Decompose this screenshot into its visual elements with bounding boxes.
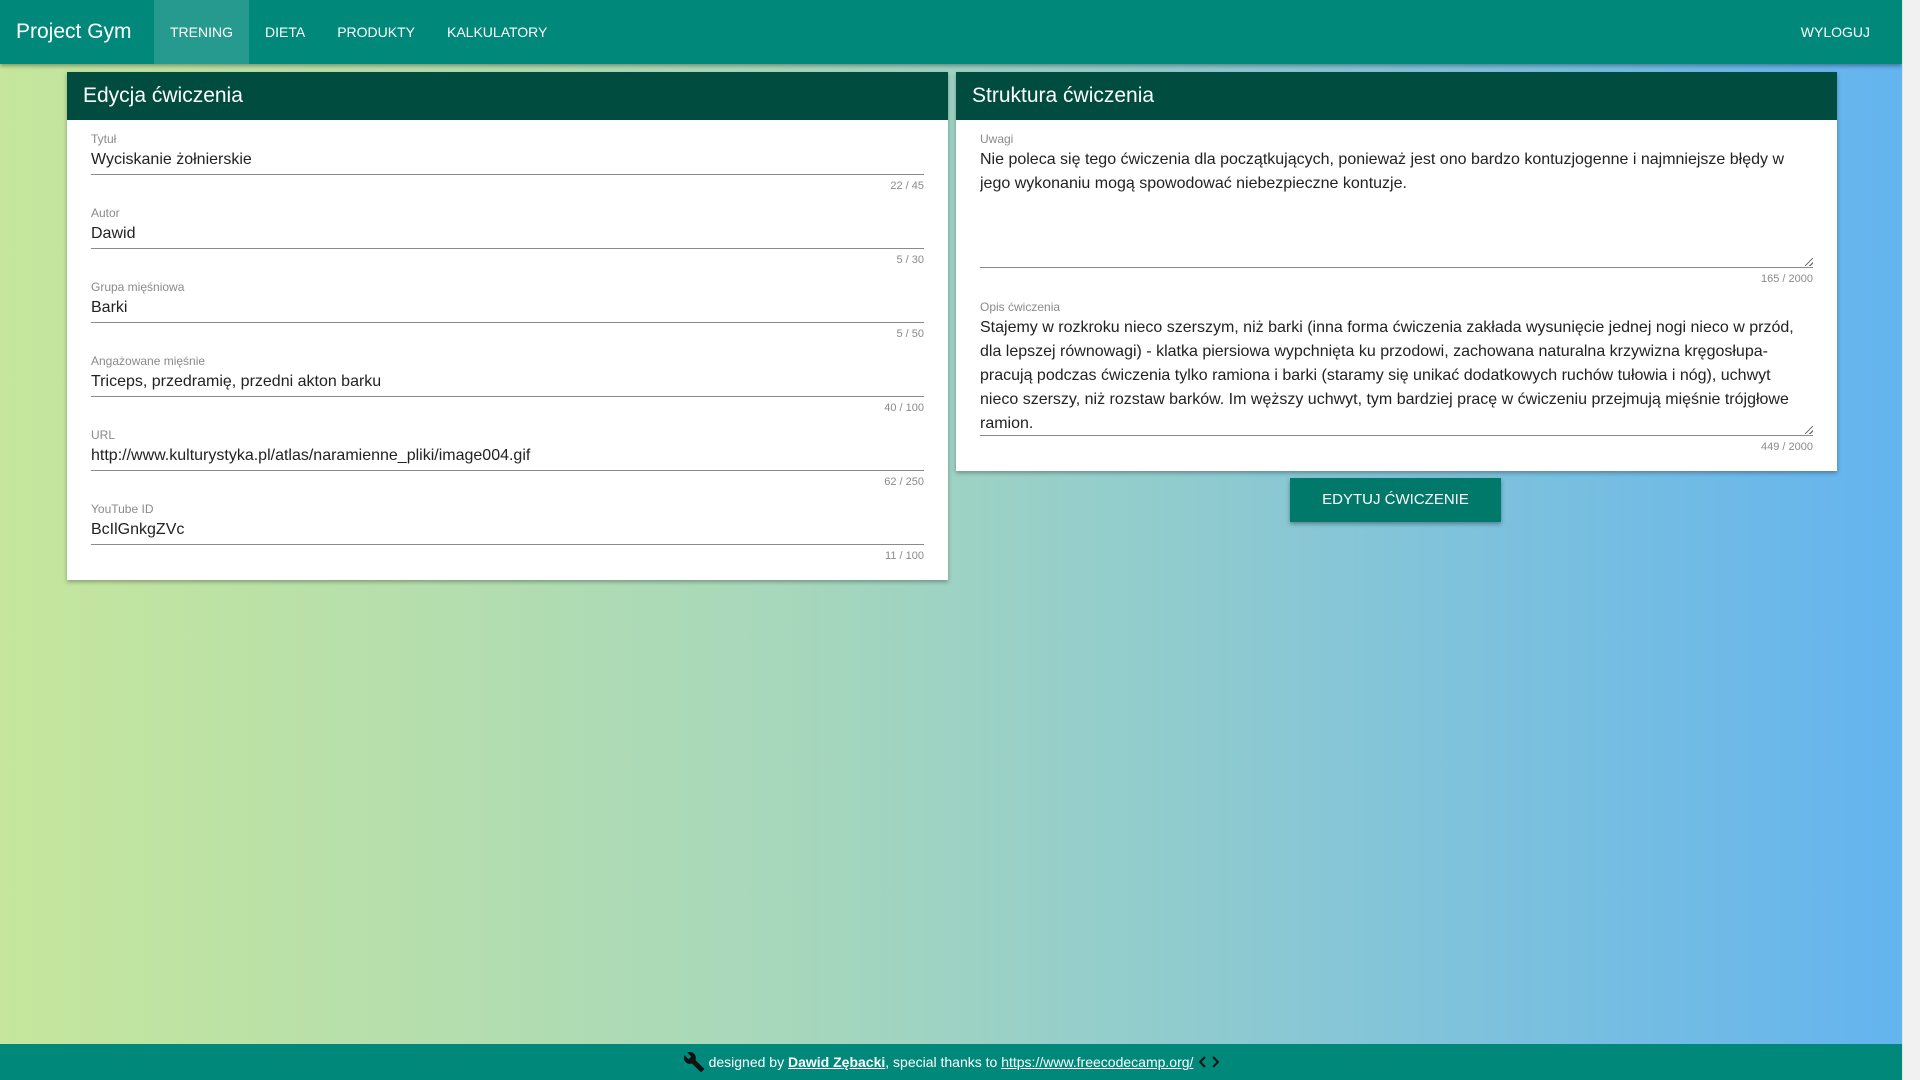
edit-exercise-card: Edycja ćwiczenia Tytuł Wyciskanie żołnie… [67,72,948,580]
author-field: Autor Dawid 5 / 30 [91,206,924,266]
description-field: Opis ćwiczenia Stajemy w rozkroku nieco … [980,300,1813,453]
title-input[interactable]: Wyciskanie żołnierskie [91,146,924,175]
muscle-group-char-counter: 5 / 50 [896,328,924,340]
nav-item-dieta[interactable]: DIETA [249,0,321,64]
title-char-counter: 22 / 45 [890,180,924,192]
exercise-structure-card-title: Struktura ćwiczenia [956,72,1837,120]
brand-logo[interactable]: Project Gym [16,0,132,64]
app-root: Project Gym TRENING DIETA PRODUKTY KALKU… [0,0,1902,1080]
page-scrollbar[interactable] [1902,0,1920,1080]
title-field-label: Tytuł [91,132,117,146]
author-char-counter: 5 / 30 [896,254,924,266]
notes-field-label: Uwagi [980,132,1014,146]
muscle-group-field-label: Grupa mięśniowa [91,280,185,294]
notes-text: Nie poleca się tego ćwiczenia dla począt… [980,151,1785,192]
exercise-structure-card: Struktura ćwiczenia Uwagi Nie poleca się… [956,72,1837,471]
engaged-muscles-field-label: Angażowane mięśnie [91,354,206,368]
engaged-muscles-field: Angażowane mięśnie Triceps, przedramię, … [91,354,924,414]
notes-char-counter: 165 / 2000 [1761,273,1813,285]
engaged-muscles-char-counter: 40 / 100 [884,402,924,414]
nav-item-trening[interactable]: TRENING [154,0,249,64]
footer: designed by Dawid Zębacki , special than… [0,1044,1902,1080]
notes-textarea[interactable]: Nie poleca się tego ćwiczenia dla począt… [980,146,1813,268]
wrench-icon [683,1051,705,1073]
url-char-counter: 62 / 250 [884,476,924,488]
edit-exercise-card-title: Edycja ćwiczenia [67,72,948,120]
footer-author-link[interactable]: Dawid Zębacki [788,1054,885,1070]
description-textarea[interactable]: Stajemy w rozkroku nieco szerszym, niż b… [980,314,1813,436]
footer-prefix: designed by [708,1054,785,1070]
notes-field: Uwagi Nie poleca się tego ćwiczenia dla … [980,132,1813,285]
edit-exercise-button[interactable]: EDYTUJ ĆWICZENIE [1290,478,1501,522]
description-char-counter: 449 / 2000 [1761,441,1813,453]
engaged-muscles-input[interactable]: Triceps, przedramię, przedni akton barku [91,368,924,397]
muscle-group-input[interactable]: Barki [91,294,924,323]
resize-grip-icon[interactable] [1805,258,1813,266]
youtube-id-input[interactable]: BcIlGnkgZVc [91,516,924,545]
footer-freecodecamp-link[interactable]: https://www.freecodecamp.org/ [1001,1054,1193,1070]
footer-middle-text: , special thanks to [885,1054,998,1070]
code-icon [1199,1055,1220,1069]
url-input[interactable]: http://www.kulturystyka.pl/atlas/naramie… [91,442,924,471]
youtube-id-field-label: YouTube ID [91,502,154,516]
url-field: URL http://www.kulturystyka.pl/atlas/nar… [91,428,924,488]
resize-grip-icon[interactable] [1805,426,1813,434]
youtube-id-field: YouTube ID BcIlGnkgZVc 11 / 100 [91,502,924,562]
author-field-label: Autor [91,206,120,220]
author-input[interactable]: Dawid [91,220,924,249]
nav-item-kalkulatory[interactable]: KALKULATORY [431,0,563,64]
logout-button[interactable]: WYLOGUJ [1785,0,1886,64]
youtube-id-char-counter: 11 / 100 [885,550,924,562]
url-field-label: URL [91,428,116,442]
main-nav: TRENING DIETA PRODUKTY KALKULATORY [154,0,563,64]
nav-item-produkty[interactable]: PRODUKTY [321,0,431,64]
title-field: Tytuł Wyciskanie żołnierskie 22 / 45 [91,132,924,192]
top-navbar: Project Gym TRENING DIETA PRODUKTY KALKU… [0,0,1902,64]
muscle-group-field: Grupa mięśniowa Barki 5 / 50 [91,280,924,340]
description-text: Stajemy w rozkroku nieco szerszym, niż b… [980,319,1794,432]
description-field-label: Opis ćwiczenia [980,300,1061,314]
